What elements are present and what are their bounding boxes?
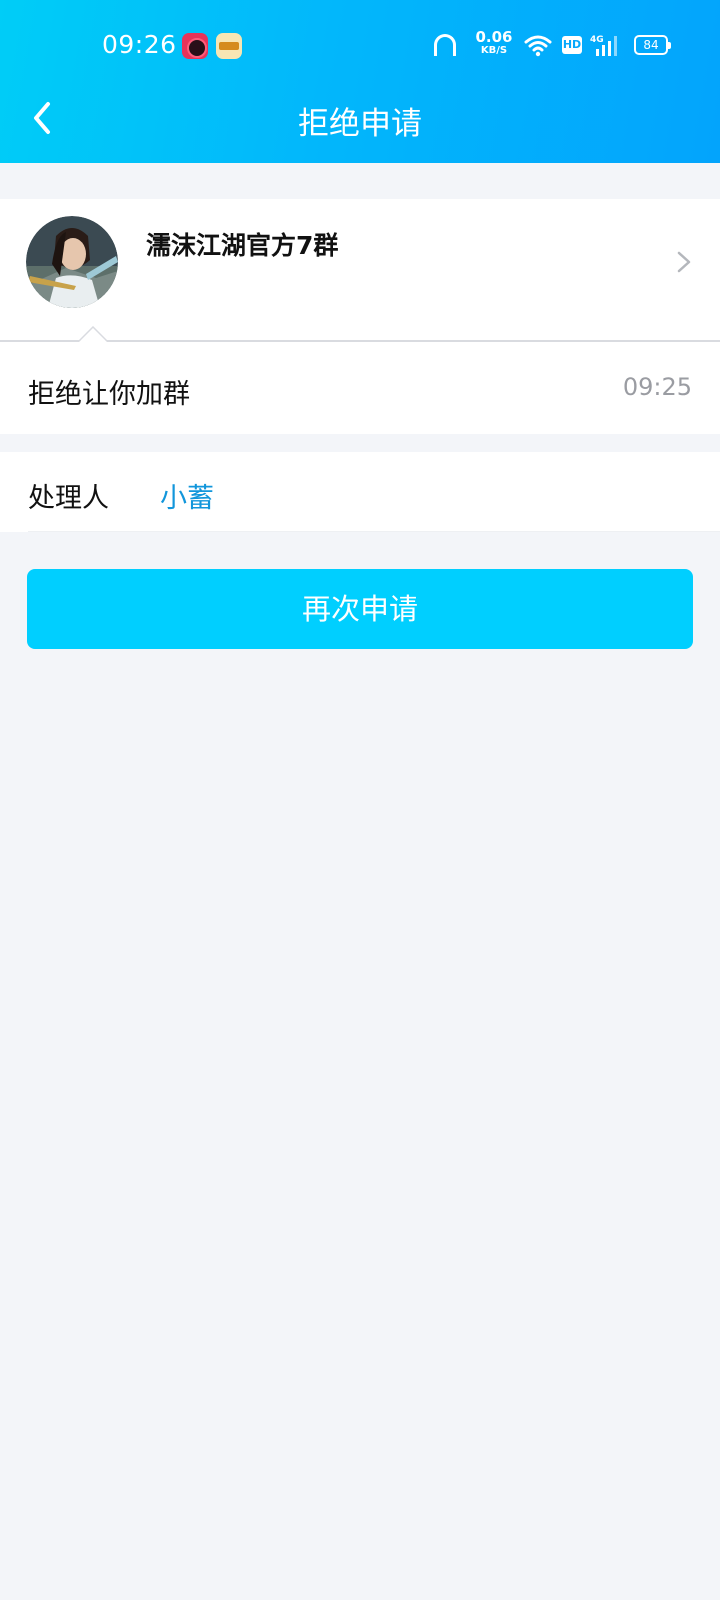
message-time: 09:25 (622, 373, 692, 401)
handler-name-link[interactable]: 小蓄 (160, 476, 214, 515)
network-type-label: 4G (590, 35, 604, 45)
wifi-icon (524, 35, 552, 57)
group-name: 濡沫江湖官方7群 (146, 231, 339, 260)
group-card[interactable]: 濡沫江湖官方7群 (0, 199, 720, 342)
signal-icon: 4G (590, 35, 617, 56)
network-speed: 0.06 KB/S (474, 28, 514, 57)
rejection-text: 拒绝让你加群 (28, 379, 190, 410)
battery-icon: 84 (634, 35, 671, 55)
rejection-message: 拒绝让你加群 09:25 (0, 342, 720, 434)
network-speed-value: 0.06 (475, 28, 513, 46)
notification-app-icon-2 (216, 33, 242, 59)
reapply-button[interactable]: 再次申请 (27, 569, 693, 649)
group-avatar (26, 216, 118, 308)
chevron-right-icon (677, 251, 691, 273)
app-header: 09:26 0.06 KB/S HD 4G 84 拒绝申请 (0, 0, 720, 163)
status-time: 09:26 (102, 30, 177, 59)
notification-app-icon (182, 33, 208, 59)
speech-pointer (79, 326, 107, 342)
divider (28, 531, 720, 532)
page-title: 拒绝申请 (298, 106, 422, 142)
handler-row: 处理人 小蓄 (0, 452, 720, 532)
handler-label: 处理人 (28, 483, 109, 514)
hd-icon: HD (562, 36, 582, 54)
headset-icon (434, 34, 456, 56)
